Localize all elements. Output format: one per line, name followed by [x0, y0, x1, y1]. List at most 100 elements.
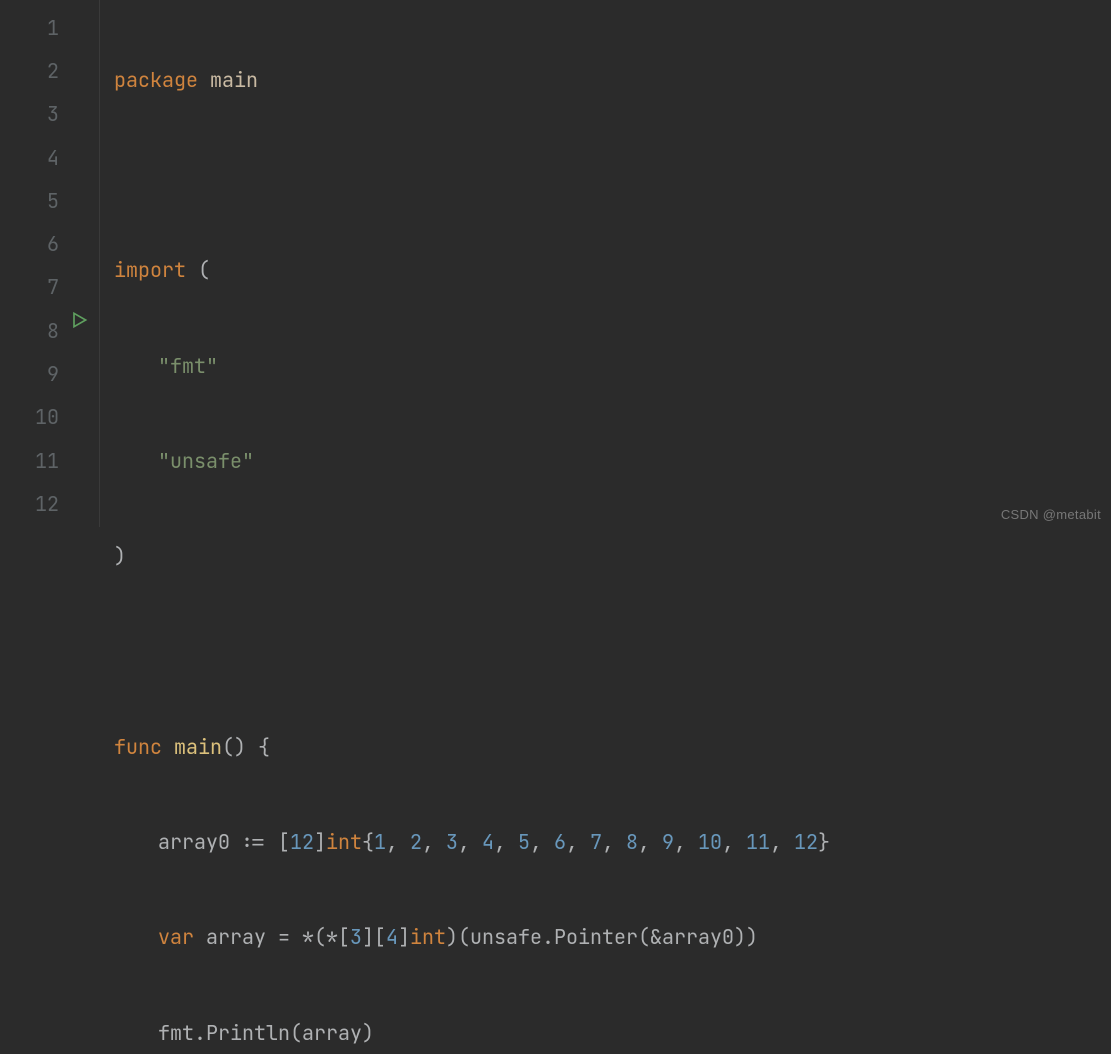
number-literal: 7 — [590, 829, 602, 855]
dot: . — [194, 1020, 206, 1046]
line-number: 5 — [19, 188, 59, 214]
line-number-row: 6 — [0, 222, 99, 265]
paren-open: ( — [290, 1020, 302, 1046]
code-line — [114, 153, 1111, 196]
keyword-var: var — [158, 924, 194, 950]
identifier: array — [302, 1020, 362, 1046]
comma: , — [530, 829, 554, 855]
code-line: import ( — [114, 249, 1111, 292]
number-literal: 2 — [410, 829, 422, 855]
line-number-row: 2 — [0, 49, 99, 92]
keyword-func: func — [114, 734, 162, 760]
bracket-open: [ — [278, 829, 290, 855]
brace-close: } — [818, 829, 830, 855]
code-editor[interactable]: package main import ( "fmt" "unsafe" ) f… — [100, 0, 1111, 527]
operator-star: * — [302, 924, 314, 950]
line-number-row: 11 — [0, 439, 99, 482]
gutter: 1 2 3 4 5 6 7 8 9 10 11 12 — [0, 0, 100, 527]
number-literal: 6 — [554, 829, 566, 855]
identifier: array0 — [662, 924, 734, 950]
paren-open: ( — [314, 924, 326, 950]
paren-close: ) — [734, 924, 746, 950]
bracket-close: ] — [362, 924, 374, 950]
code-line: "unsafe" — [114, 439, 1111, 482]
comma: , — [722, 829, 746, 855]
type-int: int — [410, 924, 446, 950]
code-line: "fmt" — [114, 344, 1111, 387]
line-number: 4 — [19, 145, 59, 171]
line-number: 12 — [19, 491, 59, 517]
code-line: func main() { — [114, 725, 1111, 768]
parens: () — [222, 734, 246, 760]
code-line — [114, 630, 1111, 673]
comma: , — [386, 829, 410, 855]
number-literal: 3 — [350, 924, 362, 950]
paren-close: ) — [446, 924, 458, 950]
number-literal: 5 — [518, 829, 530, 855]
func-println: Println — [206, 1020, 290, 1046]
identifier-main: main — [210, 67, 258, 93]
paren-close: ) — [746, 924, 758, 950]
type-int: int — [326, 829, 362, 855]
code-line: var array = *(*[3][4]int)(unsafe.Pointer… — [114, 916, 1111, 959]
line-number: 7 — [19, 274, 59, 300]
comma: , — [566, 829, 590, 855]
line-number: 6 — [19, 231, 59, 257]
dot: . — [542, 924, 554, 950]
line-number: 11 — [19, 448, 59, 474]
func-pointer: Pointer — [554, 924, 638, 950]
keyword-import: import — [114, 257, 186, 283]
line-number-row: 3 — [0, 93, 99, 136]
line-number: 8 — [19, 318, 59, 344]
number-literal: 10 — [698, 829, 722, 855]
keyword-package: package — [114, 67, 198, 93]
line-number: 3 — [19, 101, 59, 127]
number-literal: 3 — [446, 829, 458, 855]
bracket-open: [ — [338, 924, 350, 950]
number-literal: 9 — [662, 829, 674, 855]
number-literal: 11 — [746, 829, 770, 855]
comma: , — [770, 829, 794, 855]
number-literal: 4 — [482, 829, 494, 855]
number-literal: 1 — [374, 829, 386, 855]
bracket-close: ] — [398, 924, 410, 950]
paren-close: ) — [362, 1020, 374, 1046]
comma: , — [422, 829, 446, 855]
line-number: 2 — [19, 58, 59, 84]
line-number-row: 1 — [0, 6, 99, 49]
bracket-close: ] — [314, 829, 326, 855]
paren-open: ( — [458, 924, 470, 950]
line-number: 10 — [19, 404, 59, 430]
line-number-row: 7 — [0, 266, 99, 309]
operator-star: * — [326, 924, 338, 950]
identifier: array — [194, 924, 278, 950]
brace-open: { — [362, 829, 374, 855]
package-ref: unsafe — [470, 924, 542, 950]
code-line: package main — [114, 58, 1111, 101]
run-gutter-icon[interactable] — [69, 310, 89, 330]
comma: , — [458, 829, 482, 855]
line-number-row: 4 — [0, 136, 99, 179]
number-literal: 8 — [626, 829, 638, 855]
comma: , — [494, 829, 518, 855]
operator-amp: & — [650, 924, 662, 950]
brace-open: { — [246, 734, 270, 760]
func-main: main — [174, 734, 222, 760]
paren-open: ( — [198, 257, 210, 283]
code-line: ) — [114, 534, 1111, 577]
watermark: CSDN @metabit — [1001, 507, 1101, 522]
line-number-row: 12 — [0, 482, 99, 525]
number-literal: 12 — [290, 829, 314, 855]
paren-open: ( — [638, 924, 650, 950]
comma: , — [674, 829, 698, 855]
code-line: array0 := [12]int{1, 2, 3, 4, 5, 6, 7, 8… — [114, 820, 1111, 863]
line-number-row: 5 — [0, 179, 99, 222]
paren-close: ) — [114, 543, 126, 569]
line-number: 9 — [19, 361, 59, 387]
identifier: array0 — [158, 829, 230, 855]
package-ref: fmt — [158, 1020, 194, 1046]
number-literal: 12 — [794, 829, 818, 855]
comma: , — [638, 829, 662, 855]
operator-eq: = — [278, 924, 302, 950]
line-number-row: 9 — [0, 352, 99, 395]
